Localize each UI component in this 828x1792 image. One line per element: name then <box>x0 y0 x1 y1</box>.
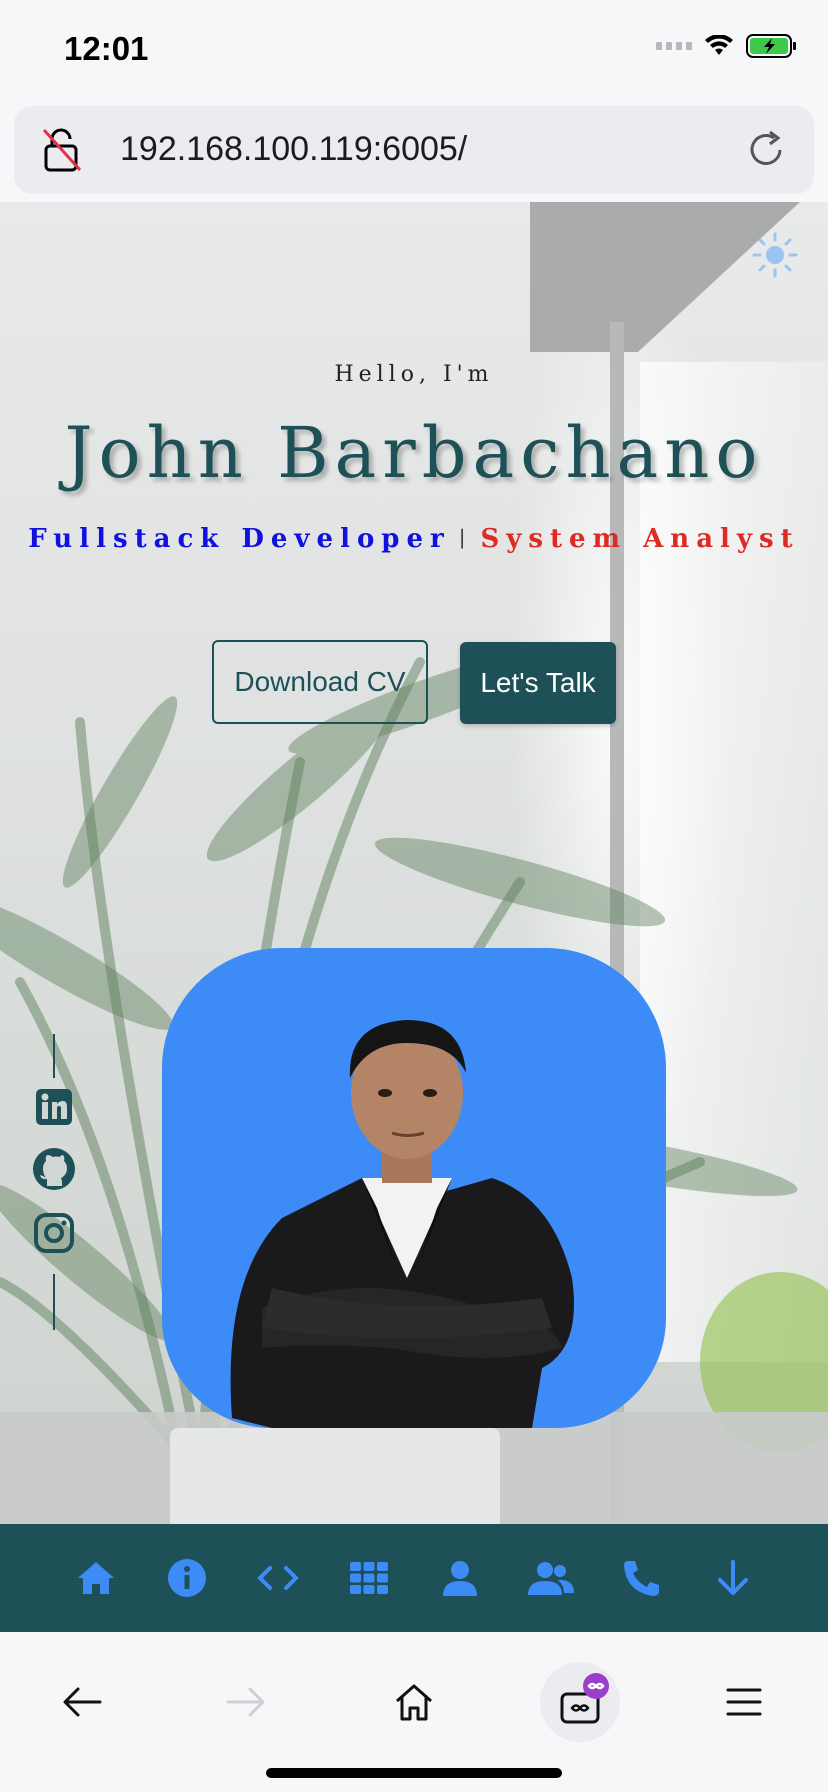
linkedin-icon[interactable] <box>35 1088 73 1126</box>
battery-icon <box>746 34 796 58</box>
roles-line: Fullstack Developer | System Analyst <box>0 524 828 554</box>
nav-code[interactable] <box>248 1548 308 1608</box>
status-time: 12:01 <box>64 30 149 67</box>
nav-contact[interactable] <box>612 1548 672 1608</box>
profile-photo <box>162 948 666 1428</box>
user-icon <box>442 1561 477 1596</box>
status-icons <box>656 34 798 58</box>
role-separator: | <box>458 525 473 549</box>
nav-home[interactable] <box>66 1548 126 1608</box>
hero-section: Hello, I'm John Barbachano Fullstack Dev… <box>0 202 828 1524</box>
code-icon <box>256 1566 299 1590</box>
profile-portrait <box>230 1020 575 1428</box>
wifi-icon <box>705 35 733 55</box>
grid-icon <box>349 1562 388 1594</box>
browser-home-button[interactable] <box>374 1662 454 1742</box>
url-text[interactable]: 192.168.100.119:6005/ <box>120 130 467 169</box>
nav-portfolio[interactable] <box>339 1548 399 1608</box>
browser-back-button[interactable] <box>42 1662 122 1742</box>
nav-about[interactable] <box>157 1548 217 1608</box>
users-icon <box>527 1562 574 1595</box>
sun-icon[interactable] <box>752 232 798 278</box>
back-icon <box>63 1687 102 1717</box>
insecure-lock-icon[interactable] <box>40 126 84 174</box>
home-icon <box>396 1684 432 1721</box>
status-bar: 12:01 <box>0 0 828 100</box>
reload-icon[interactable] <box>744 128 788 172</box>
nav-scroll-down[interactable] <box>703 1548 763 1608</box>
background-laptop <box>170 1428 500 1524</box>
forward-icon <box>226 1687 265 1717</box>
tabs-icon <box>560 1673 609 1724</box>
bottom-nav <box>0 1524 828 1632</box>
cellular-signal-icon <box>656 42 692 50</box>
phone-icon <box>623 1561 659 1596</box>
browser-menu-button[interactable] <box>704 1662 784 1742</box>
hero-name: John Barbachano <box>64 412 764 494</box>
arrow-down-icon <box>717 1560 748 1595</box>
nav-testimonials[interactable] <box>521 1548 581 1608</box>
social-divider-bottom <box>53 1274 55 1330</box>
browser-forward-button[interactable] <box>206 1662 286 1742</box>
role-primary: Fullstack Developer <box>28 524 451 554</box>
instagram-icon[interactable] <box>33 1212 75 1254</box>
lets-talk-button[interactable]: Let's Talk <box>460 642 616 724</box>
menu-icon <box>726 1688 762 1716</box>
browser-tabs-button[interactable] <box>540 1662 620 1742</box>
social-divider-top <box>53 1034 55 1078</box>
nav-profile[interactable] <box>430 1548 490 1608</box>
browser-toolbar <box>0 1632 828 1792</box>
github-icon[interactable] <box>31 1146 77 1192</box>
social-links <box>32 1034 76 1330</box>
home-indicator <box>266 1768 562 1778</box>
role-secondary: System Analyst <box>480 524 800 554</box>
info-icon <box>167 1559 206 1597</box>
greeting-text: Hello, I'm <box>334 362 494 387</box>
home-icon <box>77 1562 114 1594</box>
url-bar[interactable]: 192.168.100.119:6005/ <box>14 106 814 194</box>
download-cv-button[interactable]: Download CV <box>212 640 428 724</box>
